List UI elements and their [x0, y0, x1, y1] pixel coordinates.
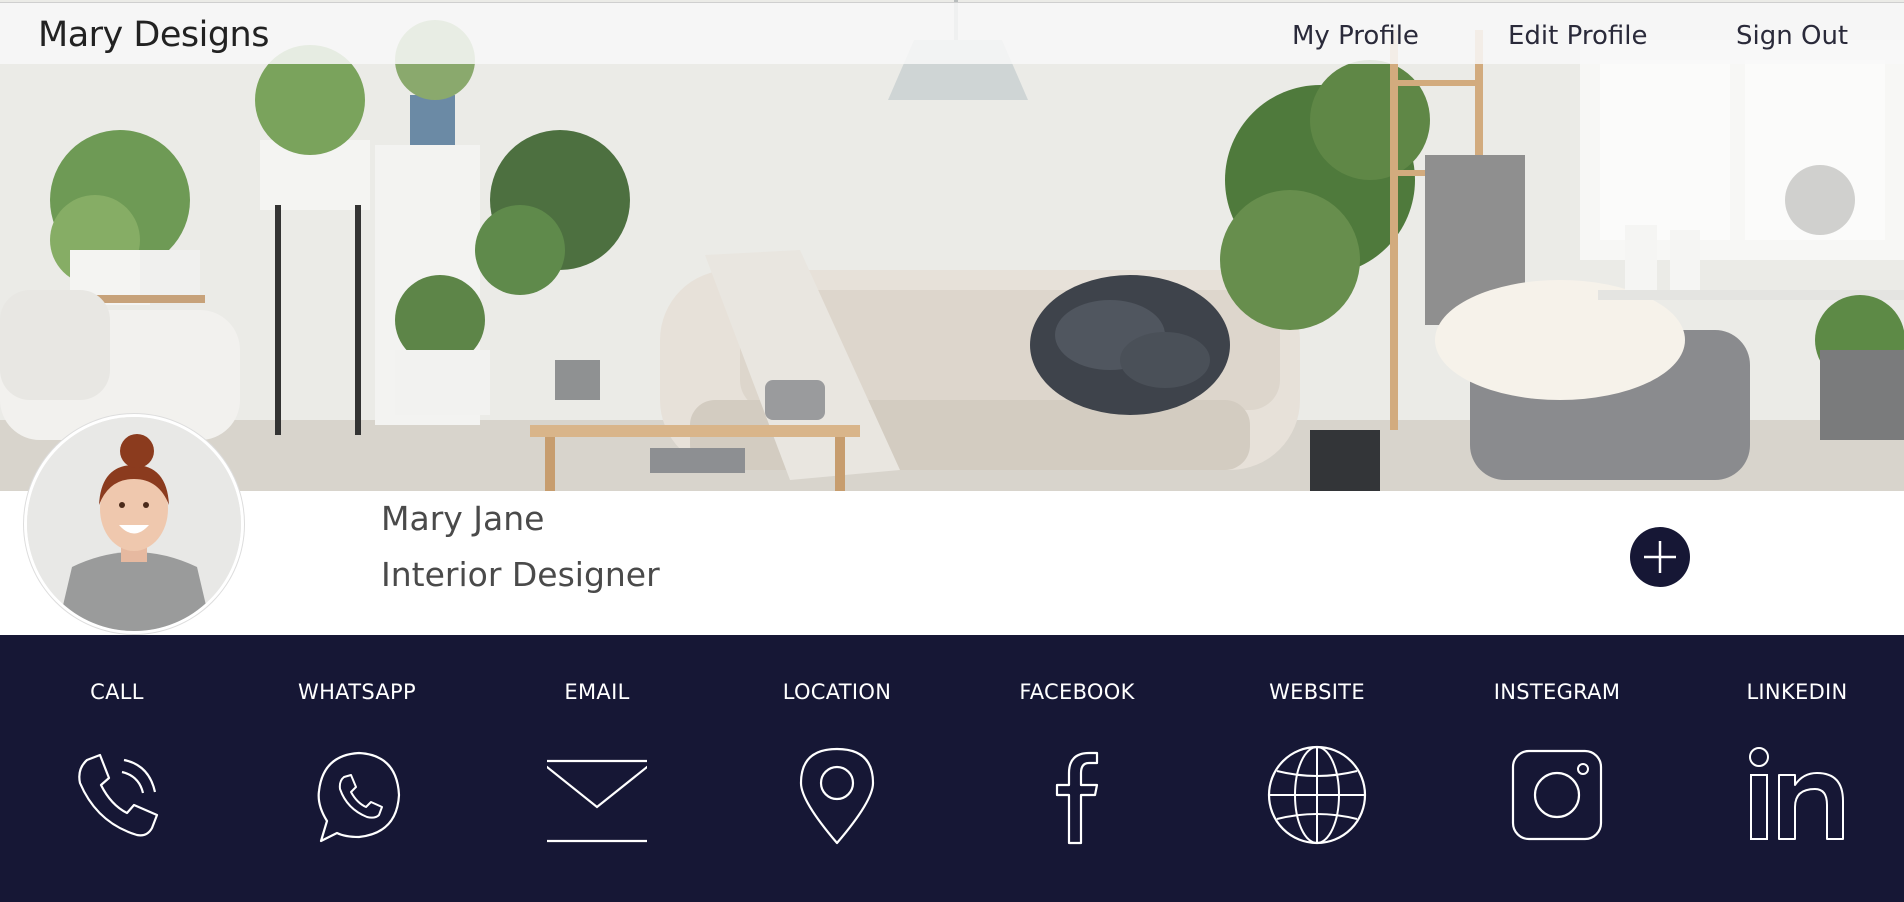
contact-website[interactable]: WEBSITE — [1217, 635, 1417, 902]
contact-instagram[interactable]: INSTEGRAM — [1457, 635, 1657, 902]
contact-whatsapp[interactable]: WHATSAPP — [257, 635, 457, 902]
profile-title: Interior Designer — [381, 555, 660, 594]
add-button[interactable] — [1630, 527, 1690, 587]
nav-edit-profile[interactable]: Edit Profile — [1508, 21, 1647, 51]
nav-my-profile[interactable]: My Profile — [1292, 21, 1419, 51]
profile-name: Mary Jane — [381, 499, 545, 538]
nav-sign-out[interactable]: Sign Out — [1736, 21, 1848, 51]
contact-label: LINKEDIN — [1746, 680, 1848, 704]
contact-location[interactable]: LOCATION — [737, 635, 937, 902]
map-pin-icon — [799, 747, 875, 845]
globe-icon — [1267, 745, 1367, 845]
contact-email[interactable]: EMAIL — [497, 635, 697, 902]
contact-label: CALL — [90, 680, 144, 704]
contact-linkedin[interactable]: LINKEDIN — [1697, 635, 1897, 902]
avatar — [24, 414, 244, 634]
contact-label: LOCATION — [782, 680, 892, 704]
top-navbar: Mary Designs My Profile Edit Profile Sig… — [0, 2, 1904, 64]
contact-call[interactable]: CALL — [17, 635, 217, 902]
cover-photo — [0, 0, 1904, 491]
profile-info-band — [0, 491, 1904, 635]
contact-label: INSTEGRAM — [1493, 680, 1621, 704]
plus-icon — [1644, 541, 1676, 573]
contact-label: WEBSITE — [1269, 680, 1365, 704]
contact-label: EMAIL — [564, 680, 630, 704]
brand-logo-text[interactable]: Mary Designs — [38, 15, 269, 55]
envelope-icon — [547, 759, 647, 843]
contact-facebook[interactable]: FACEBOOK — [977, 635, 1177, 902]
linkedin-icon — [1749, 747, 1844, 840]
whatsapp-icon — [317, 751, 401, 843]
contact-bar: CALL WHATSAPP EMAIL LOCATION FACEBOOK WE… — [0, 635, 1904, 902]
instagram-icon — [1511, 749, 1603, 841]
facebook-icon — [1055, 751, 1099, 845]
contact-label: FACEBOOK — [1019, 680, 1135, 704]
contact-label: WHATSAPP — [298, 680, 416, 704]
phone-icon — [78, 753, 159, 837]
